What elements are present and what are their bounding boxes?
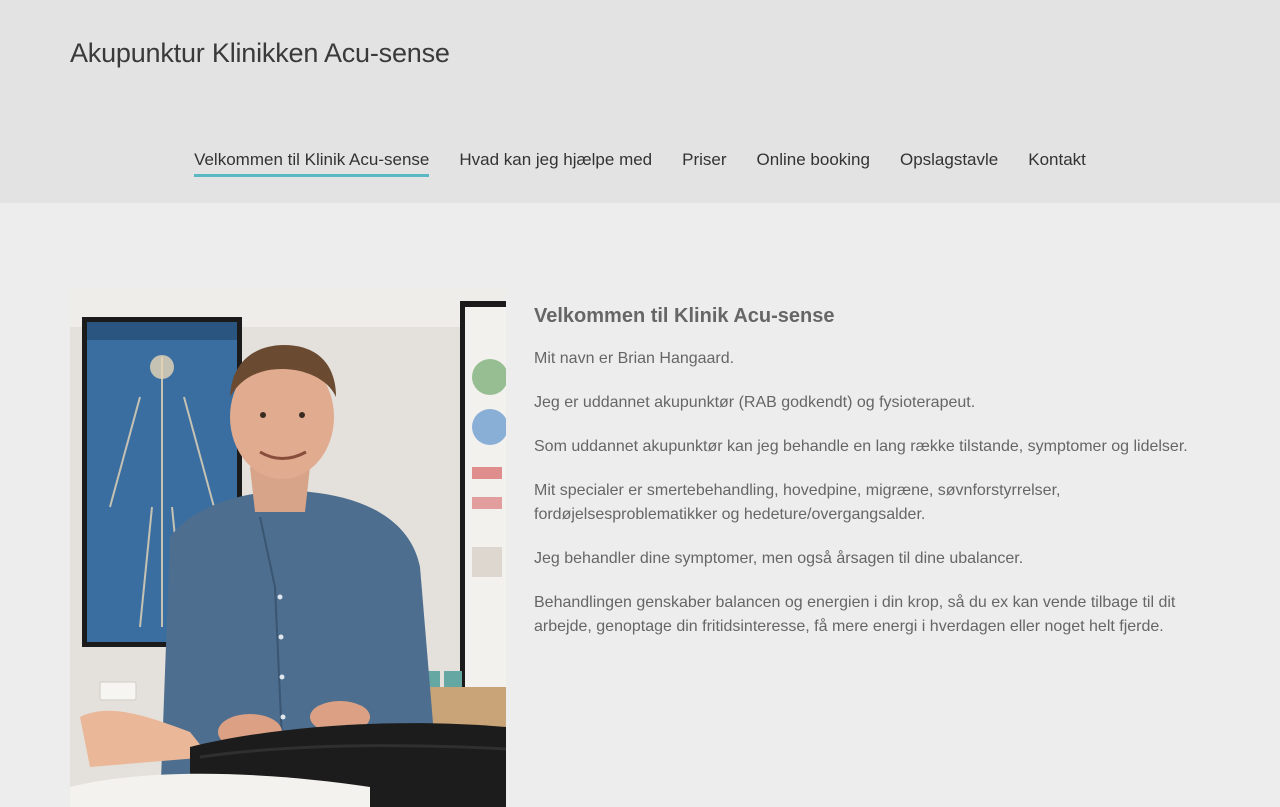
page-heading: Velkommen til Klinik Acu-sense [534,305,835,327]
nav-item-velkommen[interactable]: Velkommen til Klinik Acu-sense [194,148,430,177]
nav-item-opslagstavle[interactable]: Opslagstavle [900,148,998,177]
site-title-link[interactable]: Akupunktur Klinikken Acu-sense [70,38,450,69]
paragraph-education: Jeg er uddannet akupunktør (RAB godkendt… [534,394,976,411]
nav-item-online-booking[interactable]: Online booking [757,148,870,177]
welcome-text-section: Velkommen til Klinik Acu-sense Mit navn … [534,304,1210,659]
paragraph-specialties: Mit specialer er smertebehandling, hoved… [534,482,1061,523]
paragraph-intro-name: Mit navn er Brian Hangaard. [534,350,735,367]
paragraph-balance: Behandlingen genskaber balancen og energ… [534,594,1176,635]
nav-item-kontakt[interactable]: Kontakt [1028,148,1086,177]
paragraph-causes: Jeg behandler dine symptomer, men også å… [534,550,1024,567]
main-content: Velkommen til Klinik Acu-sense Mit navn … [0,203,1280,807]
nav-item-hvad-kan-jeg-hjaelpe-med[interactable]: Hvad kan jeg hjælpe med [459,148,652,177]
paragraph-treatments: Som uddannet akupunktør kan jeg behandle… [534,438,1188,455]
therapist-photo [70,287,506,807]
site-header: Akupunktur Klinikken Acu-sense Velkommen… [0,0,1280,203]
nav-item-priser[interactable]: Priser [682,148,726,177]
main-nav: Velkommen til Klinik Acu-sense Hvad kan … [0,148,1280,177]
